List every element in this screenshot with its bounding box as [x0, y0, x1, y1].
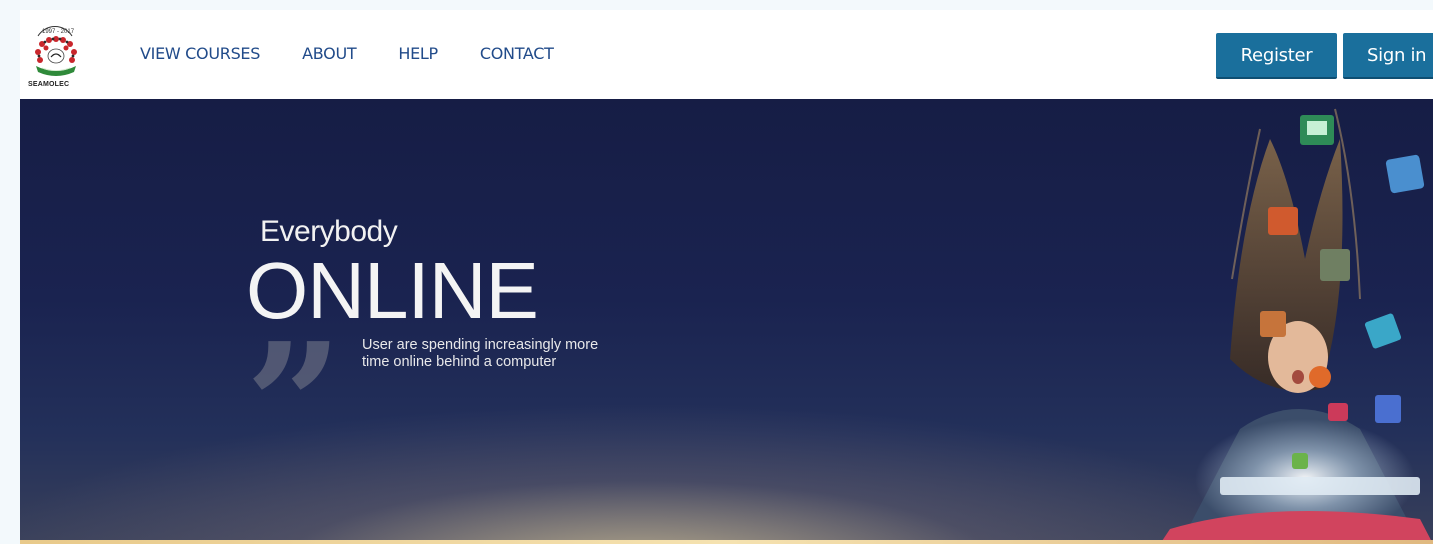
nav-about[interactable]: ABOUT — [302, 44, 357, 63]
site-header: 1997 - 2017 SEAMOLEC VIEW COURSES ABOUT … — [20, 10, 1433, 99]
register-button[interactable]: Register — [1216, 33, 1337, 79]
quote-mark-icon: ” — [245, 306, 343, 506]
nav-contact[interactable]: CONTACT — [480, 44, 554, 63]
main-nav: VIEW COURSES ABOUT HELP CONTACT — [140, 44, 596, 63]
logo-years: 1997 - 2017 — [42, 29, 75, 35]
hero-pre-title: Everybody — [260, 215, 398, 248]
sign-in-button[interactable]: Sign in — [1343, 33, 1433, 79]
logo-emblem-icon: 1997 - 2017 — [35, 26, 77, 76]
hero-quote-text: User are spending increasingly more time… — [362, 337, 599, 370]
hero-banner: Everybody ONLINE ” User are spending inc… — [20, 99, 1433, 544]
logo-wordmark: SEAMOLEC — [28, 81, 70, 88]
page-frame: 1997 - 2017 SEAMOLEC VIEW COURSES ABOUT … — [20, 10, 1433, 544]
girl-with-tablet-illustration — [1160, 108, 1433, 544]
nav-view-courses[interactable]: VIEW COURSES — [140, 44, 260, 63]
nav-help[interactable]: HELP — [398, 44, 438, 63]
hero-bottom-highlight — [20, 540, 1433, 544]
